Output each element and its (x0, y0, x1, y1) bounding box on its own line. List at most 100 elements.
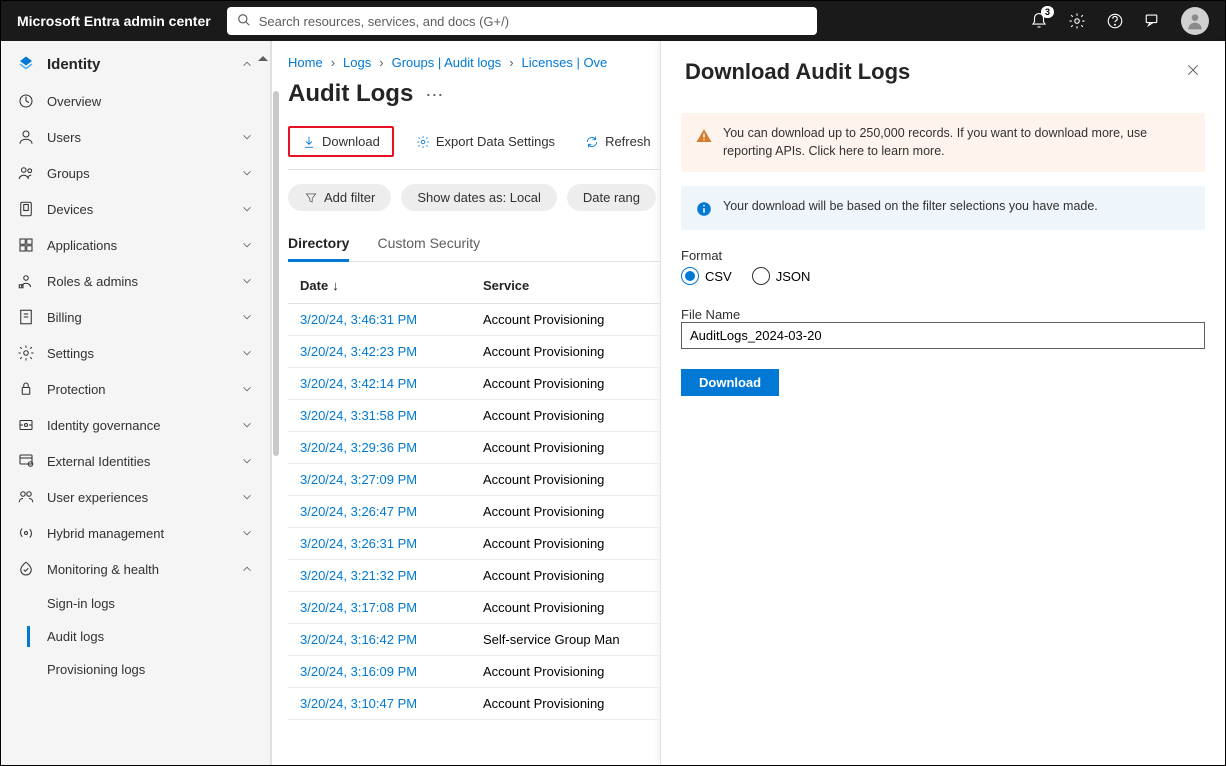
row-date[interactable]: 3/20/24, 3:27:09 PM (288, 472, 483, 487)
row-service: Account Provisioning (483, 504, 660, 519)
panel-title: Download Audit Logs (685, 59, 910, 85)
filename-input[interactable] (681, 322, 1205, 349)
breadcrumb-link[interactable]: Licenses | Ove (522, 55, 608, 70)
sidebar-item-billing[interactable]: Billing (1, 299, 270, 335)
download-button[interactable]: Download (288, 126, 394, 157)
sidebar-item-groups[interactable]: Groups (1, 155, 270, 191)
page-actions-menu[interactable]: ⋯ (425, 85, 443, 114)
table-row[interactable]: 3/20/24, 3:16:09 PM Account Provisioning (288, 656, 660, 688)
nav-label: Sign-in logs (47, 596, 115, 611)
row-service: Account Provisioning (483, 344, 660, 359)
sidebar-item-applications[interactable]: Applications (1, 227, 270, 263)
add-filter-pill[interactable]: Add filter (288, 184, 391, 211)
table-row[interactable]: 3/20/24, 3:17:08 PM Account Provisioning (288, 592, 660, 624)
table-row[interactable]: 3/20/24, 3:21:32 PM Account Provisioning (288, 560, 660, 592)
row-date[interactable]: 3/20/24, 3:42:14 PM (288, 376, 483, 391)
table-row[interactable]: 3/20/24, 3:26:47 PM Account Provisioning (288, 496, 660, 528)
content-scrollbar[interactable] (272, 91, 280, 755)
chevron-down-icon (240, 490, 254, 504)
sidebar-item-devices[interactable]: Devices (1, 191, 270, 227)
nav-label: Settings (47, 346, 94, 361)
table-row[interactable]: 3/20/24, 3:46:31 PM Account Provisioning (288, 304, 660, 336)
table-row[interactable]: 3/20/24, 3:31:58 PM Account Provisioning (288, 400, 660, 432)
nav-label: Billing (47, 310, 82, 325)
sidebar-nav: Identity Overview Users Groups Devices A… (1, 41, 271, 765)
nav-label: Roles & admins (47, 274, 138, 289)
sidebar-section-identity[interactable]: Identity (1, 45, 270, 83)
row-date[interactable]: 3/20/24, 3:46:31 PM (288, 312, 483, 327)
column-header-date[interactable]: Date ↓ (288, 278, 483, 293)
notification-badge: 3 (1041, 6, 1054, 18)
row-date[interactable]: 3/20/24, 3:31:58 PM (288, 408, 483, 423)
filename-label: File Name (681, 303, 1205, 322)
tab-directory[interactable]: Directory (288, 227, 349, 262)
user-avatar[interactable] (1181, 7, 1209, 35)
chevron-down-icon (240, 238, 254, 252)
row-date[interactable]: 3/20/24, 3:29:36 PM (288, 440, 483, 455)
table-row[interactable]: 3/20/24, 3:26:31 PM Account Provisioning (288, 528, 660, 560)
notifications-icon[interactable]: 3 (1029, 11, 1049, 31)
nav-label: Audit logs (47, 629, 104, 644)
row-date[interactable]: 3/20/24, 3:21:32 PM (288, 568, 483, 583)
feedback-icon[interactable] (1143, 11, 1163, 31)
sidebar-item-hybrid-management[interactable]: Hybrid management (1, 515, 270, 551)
table-row[interactable]: 3/20/24, 3:10:47 PM Account Provisioning (288, 688, 660, 720)
sidebar-item-user-experiences[interactable]: User experiences (1, 479, 270, 515)
table-row[interactable]: 3/20/24, 3:42:23 PM Account Provisioning (288, 336, 660, 368)
date-range-pill[interactable]: Date rang (567, 184, 656, 211)
settings-icon[interactable] (1067, 11, 1087, 31)
row-date[interactable]: 3/20/24, 3:16:42 PM (288, 632, 483, 647)
tab-custom-security[interactable]: Custom Security (377, 227, 480, 261)
product-title: Microsoft Entra admin center (17, 13, 211, 29)
sidebar-item-identity-governance[interactable]: Identity governance (1, 407, 270, 443)
warning-message: You can download up to 250,000 records. … (681, 113, 1205, 172)
sidebar-item-overview[interactable]: Overview (1, 83, 270, 119)
table-row[interactable]: 3/20/24, 3:16:42 PM Self-service Group M… (288, 624, 660, 656)
scroll-up-indicator[interactable] (258, 49, 268, 69)
row-date[interactable]: 3/20/24, 3:26:31 PM (288, 536, 483, 551)
row-service: Account Provisioning (483, 696, 660, 711)
nav-icon (17, 128, 35, 146)
download-submit-button[interactable]: Download (681, 369, 779, 396)
export-settings-button[interactable]: Export Data Settings (408, 130, 563, 153)
help-icon[interactable] (1105, 11, 1125, 31)
table-row[interactable]: 3/20/24, 3:27:09 PM Account Provisioning (288, 464, 660, 496)
sidebar-subitem-sign-in-logs[interactable]: Sign-in logs (1, 587, 270, 620)
sidebar-item-settings[interactable]: Settings (1, 335, 270, 371)
row-service: Account Provisioning (483, 600, 660, 615)
row-service: Account Provisioning (483, 376, 660, 391)
global-search[interactable]: Search resources, services, and docs (G+… (227, 7, 817, 35)
radio-csv[interactable]: CSV (681, 267, 732, 285)
sort-arrow-icon: ↓ (332, 278, 339, 293)
search-placeholder: Search resources, services, and docs (G+… (259, 14, 509, 29)
show-dates-pill[interactable]: Show dates as: Local (401, 184, 557, 211)
global-header: Microsoft Entra admin center Search reso… (1, 1, 1225, 41)
sidebar-item-protection[interactable]: Protection (1, 371, 270, 407)
nav-label: Groups (47, 166, 90, 181)
sidebar-item-users[interactable]: Users (1, 119, 270, 155)
row-date[interactable]: 3/20/24, 3:10:47 PM (288, 696, 483, 711)
sidebar-subitem-audit-logs[interactable]: Audit logs (1, 620, 270, 653)
nav-label: Applications (47, 238, 117, 253)
breadcrumb-link[interactable]: Groups | Audit logs (392, 55, 502, 70)
table-row[interactable]: 3/20/24, 3:42:14 PM Account Provisioning (288, 368, 660, 400)
nav-label: Devices (47, 202, 93, 217)
breadcrumb-link[interactable]: Home (288, 55, 323, 70)
close-button[interactable] (1185, 62, 1201, 83)
radio-json[interactable]: JSON (752, 267, 811, 285)
column-header-service[interactable]: Service (483, 278, 660, 293)
row-date[interactable]: 3/20/24, 3:16:09 PM (288, 664, 483, 679)
sidebar-subitem-provisioning-logs[interactable]: Provisioning logs (1, 653, 270, 686)
breadcrumb-link[interactable]: Logs (343, 55, 371, 70)
nav-label: Identity governance (47, 418, 160, 433)
refresh-button[interactable]: Refresh (577, 130, 659, 153)
sidebar-item-external-identities[interactable]: External Identities (1, 443, 270, 479)
row-date[interactable]: 3/20/24, 3:17:08 PM (288, 600, 483, 615)
row-date[interactable]: 3/20/24, 3:26:47 PM (288, 504, 483, 519)
row-date[interactable]: 3/20/24, 3:42:23 PM (288, 344, 483, 359)
sidebar-item-monitoring-health[interactable]: Monitoring & health (1, 551, 270, 587)
nav-label: Monitoring & health (47, 562, 159, 577)
page-title: Audit Logs (288, 76, 413, 122)
table-row[interactable]: 3/20/24, 3:29:36 PM Account Provisioning (288, 432, 660, 464)
sidebar-item-roles-admins[interactable]: Roles & admins (1, 263, 270, 299)
